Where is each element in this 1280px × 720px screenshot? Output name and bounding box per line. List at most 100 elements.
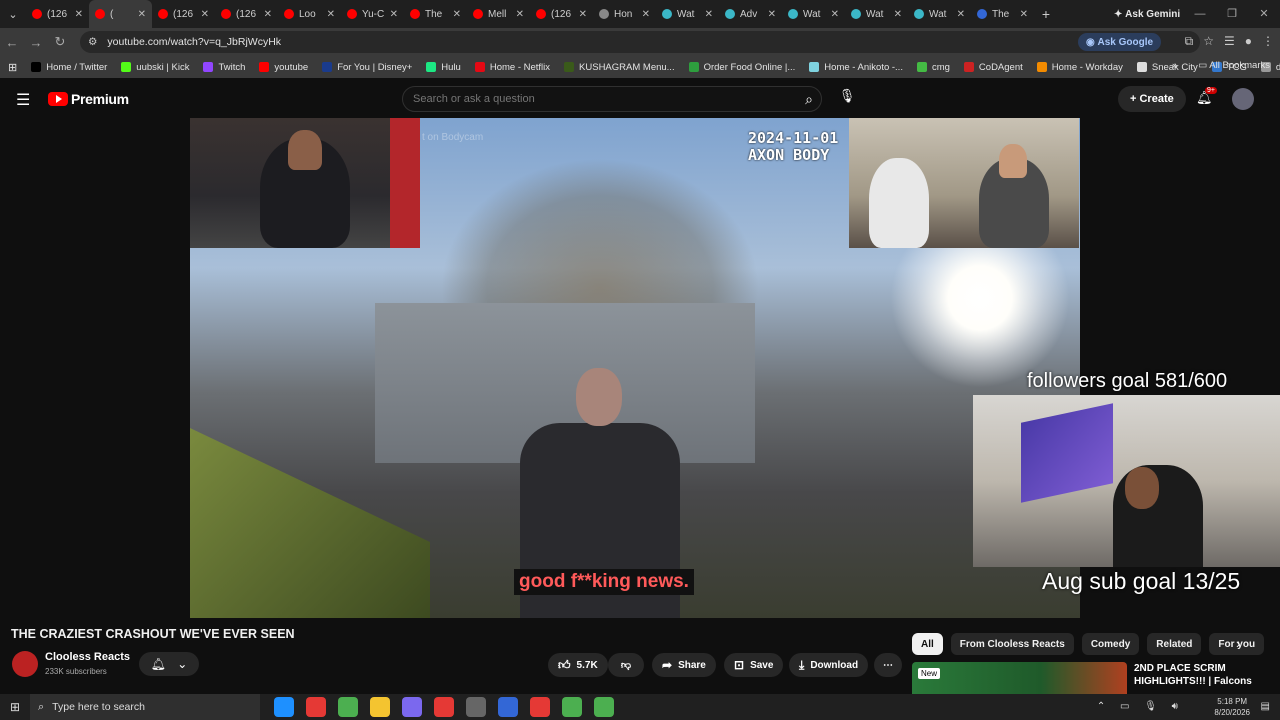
browser-tab[interactable]: Adv ✕ (719, 0, 782, 28)
forward-icon[interactable]: → (24, 35, 48, 50)
create-button[interactable]: + Create (1118, 86, 1186, 112)
browser-tab[interactable]: The ✕ (404, 0, 467, 28)
all-bookmarks-button[interactable]: ▭ All Bookmarks (1198, 60, 1270, 71)
taskbar-app-icon[interactable] (562, 697, 582, 717)
youtube-premium-logo[interactable]: Premium (48, 91, 129, 107)
bookmark-item[interactable]: Hulu (426, 62, 461, 73)
bookmark-item[interactable]: youtube (259, 62, 308, 73)
subscription-bell-button[interactable]: 🔔︎ ⌄ (139, 652, 199, 676)
browser-tab[interactable]: (✕ (89, 0, 152, 28)
close-tab-icon[interactable]: ✕ (264, 9, 272, 20)
browser-tab[interactable]: Wat ✕ (656, 0, 719, 28)
browser-tab[interactable]: (126 ✕ (215, 0, 278, 28)
notification-center-icon[interactable]: ▤ (1261, 701, 1270, 712)
more-actions-button[interactable]: ⋯ (874, 653, 902, 677)
maximize-icon[interactable]: ❐ (1216, 0, 1248, 28)
new-tab-button[interactable]: + (1034, 6, 1058, 22)
close-tab-icon[interactable]: ✕ (642, 9, 650, 20)
browser-tab[interactable]: The ✕ (971, 0, 1034, 28)
close-tab-icon[interactable]: ✕ (579, 9, 587, 20)
taskbar-app-icon[interactable] (594, 697, 614, 717)
close-tab-icon[interactable]: ✕ (327, 9, 335, 20)
taskbar-search[interactable]: ⌕ Type here to search (30, 694, 260, 720)
bookmark-item[interactable]: Sneak City (1136, 62, 1198, 73)
bookmark-item[interactable]: Home - Netflix (474, 62, 550, 73)
bookmark-item[interactable]: Home - Workday (1036, 62, 1123, 73)
recommended-thumbnail[interactable] (912, 662, 1127, 694)
more-bookmarks-icon[interactable]: » (1172, 60, 1177, 71)
close-tab-icon[interactable]: ✕ (201, 9, 209, 20)
tab-search-chevron-icon[interactable]: ⌄ (0, 0, 26, 28)
close-tab-icon[interactable]: ✕ (453, 9, 461, 20)
taskbar-app-icon[interactable] (338, 697, 358, 717)
filter-chip[interactable]: Comedy (1081, 633, 1140, 655)
close-tab-icon[interactable]: ✕ (705, 9, 713, 20)
channel-avatar[interactable] (12, 651, 38, 677)
bookmark-item[interactable]: uubski | Kick (121, 62, 189, 73)
close-tab-icon[interactable]: ✕ (831, 9, 839, 20)
close-tab-icon[interactable]: ✕ (516, 9, 524, 20)
url-bar[interactable]: ⚙ youtube.com/watch?v=q_JbRjWcyHk (80, 31, 1200, 53)
microphone-icon[interactable]: 🎙︎ (836, 88, 858, 110)
bookmark-item[interactable]: Home / Twitter (31, 62, 107, 73)
share-button[interactable]: ➦ Share (652, 653, 716, 677)
bookmark-star-icon[interactable]: ☆ (1203, 34, 1214, 49)
close-tab-icon[interactable]: ✕ (138, 9, 146, 20)
bookmark-item[interactable]: For You | Disney+ (322, 62, 412, 73)
search-input[interactable] (403, 93, 783, 105)
ask-gemini-button[interactable]: ✦ Ask Gemini (1104, 4, 1190, 24)
bookmark-item[interactable]: Twitch (203, 62, 245, 73)
browser-tab[interactable]: (126 ✕ (530, 0, 593, 28)
browser-tab[interactable]: Wat ✕ (782, 0, 845, 28)
channel-name[interactable]: Clooless Reacts (45, 651, 130, 663)
site-info-icon[interactable]: ⚙ (88, 36, 97, 48)
bookmark-item[interactable]: CoDAgent (963, 62, 1023, 73)
taskbar-app-icon[interactable] (274, 697, 294, 717)
taskbar-app-icon[interactable] (370, 697, 390, 717)
browser-tab[interactable]: Yu-C ✕ (341, 0, 404, 28)
bookmark-item[interactable]: Home - Anikoto -... (809, 62, 903, 73)
taskbar-app-icon[interactable] (498, 697, 518, 717)
close-tab-icon[interactable]: ✕ (390, 9, 398, 20)
back-icon[interactable]: ← (0, 35, 24, 50)
bookmark-item[interactable]: cmg (916, 62, 950, 73)
save-button[interactable]: ⊡ Save (724, 653, 784, 677)
dislike-button[interactable]: 👎︎ (608, 653, 644, 677)
close-tab-icon[interactable]: ✕ (768, 9, 776, 20)
recommended-title[interactable]: 2ND PLACE SCRIM HIGHLIGHTS!!! | Falcons (1134, 662, 1264, 688)
like-button[interactable]: 👍︎ 5.7K (548, 653, 608, 677)
clock[interactable]: 5:18 PM 8/20/2026 (1214, 696, 1250, 718)
apps-grid-icon[interactable]: ⊞ (8, 61, 17, 74)
browser-tab[interactable]: (126 ✕ (26, 0, 89, 28)
chevron-right-icon[interactable]: › (1236, 636, 1240, 651)
ask-google-button[interactable]: ◉ Ask Google (1078, 33, 1162, 51)
close-tab-icon[interactable]: ✕ (1020, 9, 1028, 20)
taskbar-app-icon[interactable] (402, 697, 422, 717)
bookmark-item[interactable]: Order Food Online |... (688, 62, 795, 73)
cast-icon[interactable]: ⧉ (1185, 34, 1194, 49)
reload-icon[interactable]: ↻ (48, 34, 72, 50)
taskbar-app-icon[interactable] (306, 697, 326, 717)
hamburger-menu-icon[interactable]: ☰ (16, 90, 30, 110)
browser-tab[interactable]: Wat ✕ (845, 0, 908, 28)
more-menu-icon[interactable]: ⋮ (1262, 34, 1274, 49)
download-button[interactable]: ⤓ Download (789, 653, 869, 677)
filter-chip[interactable]: All (912, 633, 943, 655)
filter-chip[interactable]: From Clooless Reacts (950, 633, 1074, 655)
account-avatar[interactable] (1232, 88, 1254, 110)
browser-tab[interactable]: Hon ✕ (593, 0, 656, 28)
search-icon[interactable]: ⌕ (805, 91, 813, 108)
close-window-icon[interactable]: ✕ (1248, 0, 1280, 28)
system-tray-icons[interactable]: ⌃ ▭ 🎙︎ 🔊︎ (1097, 701, 1184, 712)
minimize-icon[interactable]: — (1184, 0, 1216, 28)
taskbar-app-icon[interactable] (530, 697, 550, 717)
windows-start-icon[interactable]: ⊞ (0, 700, 30, 714)
profile-icon[interactable]: ● (1245, 34, 1252, 49)
browser-tab[interactable]: Mell ✕ (467, 0, 530, 28)
reading-list-icon[interactable]: ☰ (1224, 34, 1235, 49)
filter-chip[interactable]: Related (1147, 633, 1202, 655)
taskbar-app-icon[interactable] (434, 697, 454, 717)
close-tab-icon[interactable]: ✕ (75, 9, 83, 20)
close-tab-icon[interactable]: ✕ (957, 9, 965, 20)
bookmark-item[interactable]: KUSHAGRAM Menu... (564, 62, 675, 73)
